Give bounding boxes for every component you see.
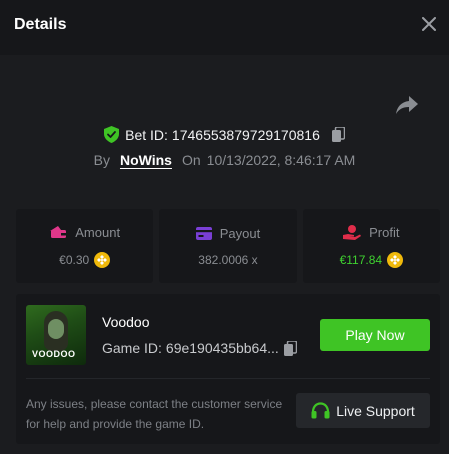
bet-id-value: 1746553879729170816 bbox=[171, 126, 320, 143]
by-label: By bbox=[93, 152, 110, 168]
bet-id-label: Bet ID: bbox=[125, 126, 168, 143]
live-support-label: Live Support bbox=[336, 402, 415, 419]
game-id-row: Game ID: 69e190435bb64... bbox=[102, 340, 297, 356]
close-icon bbox=[422, 17, 436, 31]
live-support-button[interactable]: Live Support bbox=[296, 393, 430, 428]
game-panel: VOODOO Voodoo Game ID: 69e190435bb64... … bbox=[16, 294, 440, 444]
profit-value: €117.84 bbox=[339, 252, 383, 267]
close-button[interactable] bbox=[419, 14, 439, 34]
copy-icon bbox=[331, 127, 345, 142]
headset-icon bbox=[311, 402, 330, 419]
bet-id-row: Bet ID: 1746553879729170816 bbox=[0, 126, 449, 143]
wallet-icon bbox=[50, 226, 67, 238]
game-thumbnail[interactable]: VOODOO bbox=[26, 305, 86, 365]
copy-icon bbox=[283, 340, 297, 356]
hand-coin-icon bbox=[343, 224, 362, 240]
help-text: Any issues, please contact the customer … bbox=[26, 397, 283, 431]
user-link[interactable]: NoWins bbox=[120, 152, 172, 168]
payout-value: 382.0006 x bbox=[198, 252, 258, 267]
modal-title: Details bbox=[14, 16, 67, 33]
divider bbox=[26, 378, 430, 379]
game-name: Voodoo bbox=[102, 314, 150, 330]
amount-value: €0.30 bbox=[59, 252, 90, 267]
game-id-label: Game ID: bbox=[102, 340, 162, 356]
share-icon bbox=[396, 96, 418, 114]
profit-label: Profit bbox=[369, 224, 400, 240]
amount-card: Amount €0.30 bbox=[16, 209, 154, 283]
bet-stats: Amount €0.30 Payout 382.0006 x Profit €1… bbox=[16, 209, 440, 283]
thumbnail-face bbox=[48, 319, 64, 339]
bet-meta-row: By NoWins On 10/13/2022, 8:46:17 AM bbox=[0, 152, 449, 168]
coin-icon bbox=[387, 251, 404, 268]
share-button[interactable] bbox=[396, 96, 420, 118]
modal-header: Details bbox=[0, 0, 449, 55]
card-icon bbox=[195, 226, 212, 240]
coin-icon bbox=[94, 251, 111, 268]
payout-label: Payout bbox=[219, 225, 261, 241]
profit-card: Profit €117.84 bbox=[302, 209, 440, 283]
thumbnail-title: VOODOO bbox=[32, 349, 76, 359]
on-label: On bbox=[181, 152, 201, 168]
game-id-value: 69e190435bb64... bbox=[165, 340, 279, 356]
bet-datetime: 10/13/2022, 8:46:17 AM bbox=[206, 152, 356, 168]
copy-bet-id-button[interactable] bbox=[331, 127, 345, 142]
payout-card: Payout 382.0006 x bbox=[159, 209, 297, 283]
shield-check-icon bbox=[104, 126, 120, 143]
play-now-button[interactable]: Play Now bbox=[320, 319, 430, 351]
copy-game-id-button[interactable] bbox=[283, 340, 297, 356]
amount-label: Amount bbox=[75, 224, 121, 240]
